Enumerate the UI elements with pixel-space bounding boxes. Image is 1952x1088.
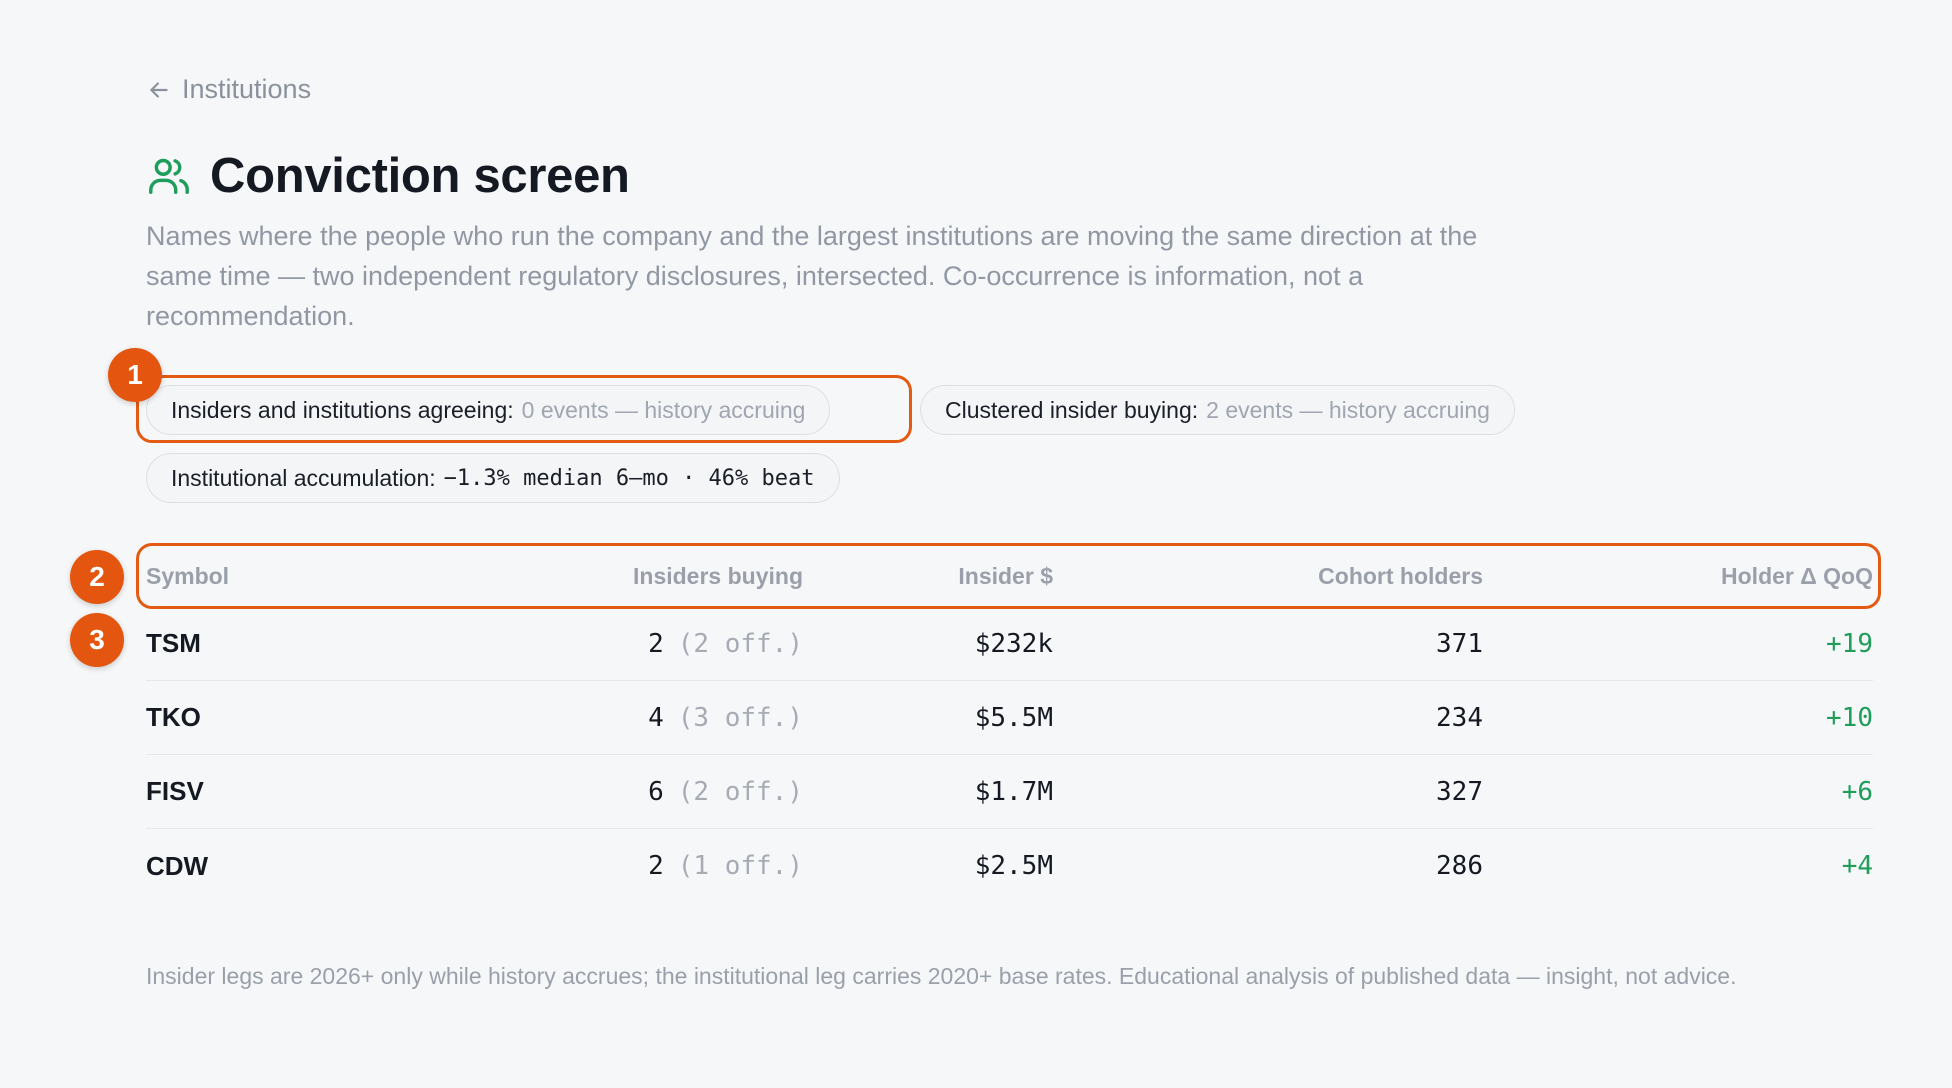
symbol-cell[interactable]: FISV xyxy=(146,755,204,828)
annotation-badge-1: 1 xyxy=(108,348,162,402)
stat-pill-clustered-buying[interactable]: Clustered insider buying: 2 events — his… xyxy=(920,385,1515,435)
annotation-badge-3: 3 xyxy=(70,613,124,667)
stat-pill-label: Insiders and institutions agreeing: xyxy=(171,396,514,423)
table-row[interactable]: TSM 2 (2 off.) $232k 371 +19 xyxy=(146,607,1873,681)
insiders-count: 2 xyxy=(648,628,664,659)
page-title-row: Conviction screen xyxy=(146,148,630,204)
symbol-cell[interactable]: CDW xyxy=(146,829,208,903)
table-header: Symbol Insiders buying Insider $ Cohort … xyxy=(146,545,1873,607)
insider-dollars-cell: $2.5M xyxy=(974,851,1053,881)
column-header-holder-delta[interactable]: Holder Δ QoQ xyxy=(1721,545,1873,607)
insiders-cell: 2 (2 off.) xyxy=(648,607,803,680)
back-link-label: Institutions xyxy=(182,74,312,104)
column-header-insiders-buying[interactable]: Insiders buying xyxy=(633,545,803,607)
cohort-holders-cell: 371 xyxy=(1436,628,1483,659)
cohort-holders-cell: 234 xyxy=(1436,702,1483,733)
officers-count: (2 off.) xyxy=(677,628,803,659)
page: Institutions Conviction screen Names whe… xyxy=(0,0,1952,1088)
officers-count: (2 off.) xyxy=(677,776,803,807)
annotation-badge-2: 2 xyxy=(70,550,124,604)
stat-pill-label: Clustered insider buying: xyxy=(945,396,1199,423)
stat-pill-detail: 2 events — history accruing xyxy=(1206,396,1490,423)
footer-disclaimer: Insider legs are 2026+ only while histor… xyxy=(146,963,1737,989)
column-header-cohort-holders[interactable]: Cohort holders xyxy=(1318,545,1483,607)
insider-dollars-cell: $1.7M xyxy=(974,776,1053,807)
holder-delta-cell: +4 xyxy=(1841,851,1873,881)
table-row[interactable]: TKO 4 (3 off.) $5.5M 234 +10 xyxy=(146,681,1873,755)
stat-pill-agreeing[interactable]: Insiders and institutions agreeing: 0 ev… xyxy=(146,385,831,435)
column-header-symbol[interactable]: Symbol xyxy=(146,545,229,607)
stat-pill-detail: 0 events — history accruing xyxy=(521,396,806,423)
officers-count: (3 off.) xyxy=(677,702,803,733)
cohort-holders-cell: 286 xyxy=(1436,851,1483,881)
insiders-cell: 6 (2 off.) xyxy=(648,755,803,828)
symbol-cell[interactable]: TSM xyxy=(146,607,201,680)
holder-delta-cell: +19 xyxy=(1826,628,1873,659)
stat-pill-accumulation[interactable]: Institutional accumulation: −1.3% median… xyxy=(146,453,840,503)
insiders-cell: 2 (1 off.) xyxy=(648,829,803,903)
column-header-insider-dollars[interactable]: Insider $ xyxy=(958,545,1053,607)
arrow-left-icon xyxy=(150,81,168,98)
page-title: Conviction screen xyxy=(210,149,630,203)
stat-pill-label: Institutional accumulation: xyxy=(171,464,436,491)
insider-dollars-cell: $5.5M xyxy=(974,702,1053,733)
holder-delta-cell: +10 xyxy=(1826,702,1873,733)
insiders-count: 4 xyxy=(648,702,664,733)
insiders-count: 2 xyxy=(648,851,664,881)
insiders-cell: 4 (3 off.) xyxy=(648,681,803,754)
cohort-holders-cell: 327 xyxy=(1436,776,1483,807)
page-description: Names where the people who run the compa… xyxy=(146,221,1478,331)
insider-dollars-cell: $232k xyxy=(974,628,1053,659)
table-row[interactable]: CDW 2 (1 off.) $2.5M 286 +4 xyxy=(146,829,1873,903)
table-row[interactable]: FISV 6 (2 off.) $1.7M 327 +6 xyxy=(146,755,1873,829)
insiders-count: 6 xyxy=(648,776,664,807)
holder-delta-cell: +6 xyxy=(1841,776,1873,807)
stat-pill-detail: −1.3% median 6–mo · 46% beat xyxy=(443,465,815,491)
conviction-table: Symbol Insiders buying Insider $ Cohort … xyxy=(146,545,1873,903)
users-icon xyxy=(149,158,189,195)
symbol-cell[interactable]: TKO xyxy=(146,681,201,754)
back-link[interactable]: Institutions xyxy=(146,74,311,105)
officers-count: (1 off.) xyxy=(677,851,803,881)
